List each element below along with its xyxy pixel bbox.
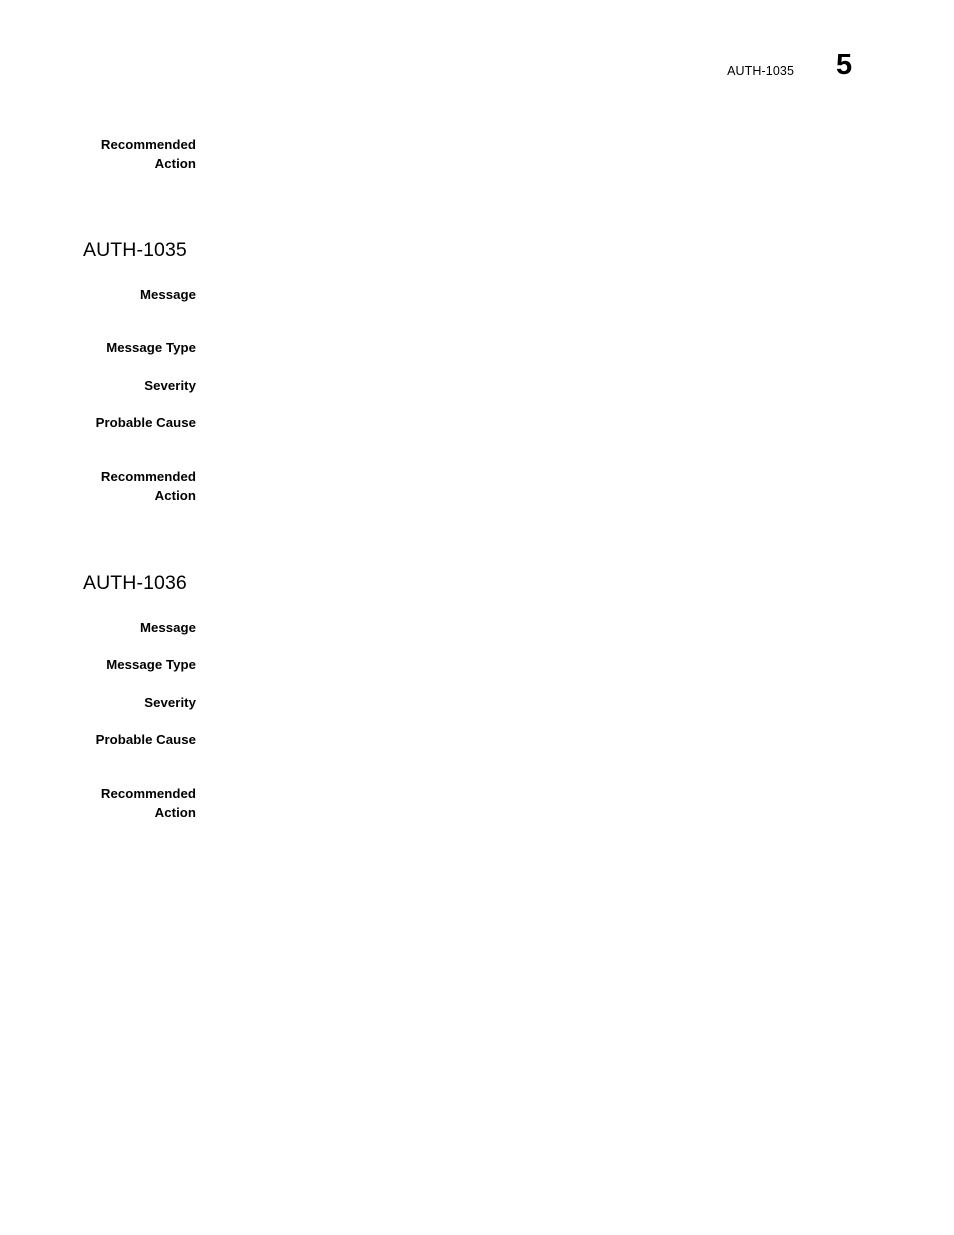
field-value-message (212, 619, 902, 620)
field-value-severity (212, 694, 902, 695)
field-label-severity: Severity (144, 695, 196, 710)
field-label-probable-cause: Probable Cause (95, 415, 196, 430)
field-label-recommended-action: Recommended Action (100, 786, 196, 820)
field-label-recommended-action: Recommended Action (100, 469, 196, 503)
field-label-severity: Severity (144, 378, 196, 393)
page-header: AUTH-1035 5 (0, 51, 954, 104)
field-label-message: Message (139, 620, 196, 635)
page-number: 5 (836, 49, 853, 81)
field-value-recommended-action (212, 468, 902, 469)
field-value-probable-cause (212, 414, 902, 415)
field-label-message-type: Message Type (106, 657, 196, 672)
field-label-message: Message (139, 287, 196, 302)
field-label-message-type: Message Type (106, 340, 196, 355)
field-label-recommended-action: Recommended Action (100, 137, 196, 171)
field-value-message-type (212, 656, 902, 657)
field-value-message-type (212, 339, 902, 340)
document-page: AUTH-1035 5 Recommended Action AUTH-1035… (0, 0, 954, 1235)
field-label-probable-cause: Probable Cause (95, 732, 196, 747)
field-value-probable-cause (212, 731, 902, 732)
section-title-auth-1036: AUTH-1036 (83, 572, 187, 594)
field-value-severity (212, 377, 902, 378)
field-value-recommended-action (212, 136, 902, 137)
section-title-auth-1035: AUTH-1035 (83, 239, 187, 261)
field-value-recommended-action (212, 785, 902, 786)
field-value-message (212, 286, 902, 287)
header-running-title: AUTH-1035 (727, 64, 794, 78)
